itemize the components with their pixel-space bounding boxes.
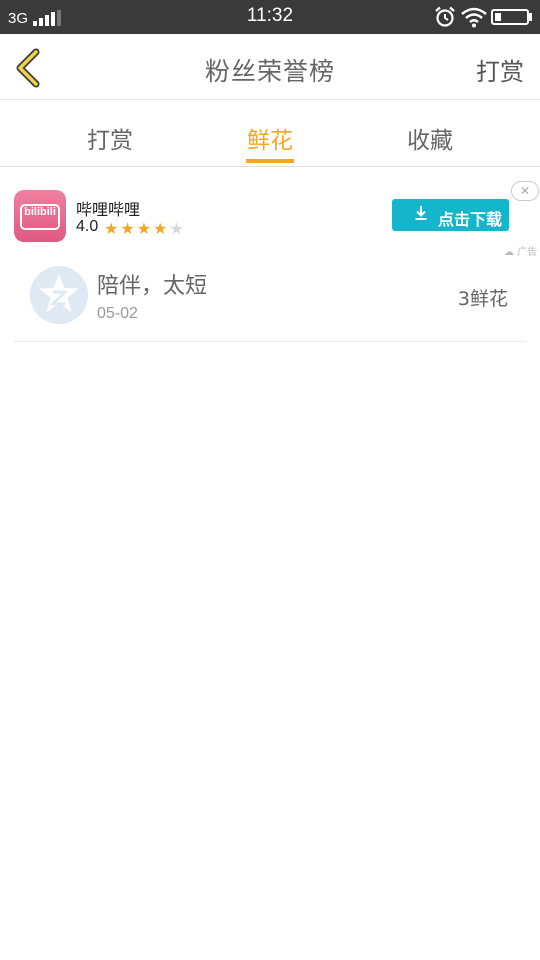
tab-flowers[interactable]: 鲜花: [210, 121, 330, 155]
close-ad-icon[interactable]: ✕: [511, 181, 539, 201]
wifi-icon: [461, 7, 487, 28]
download-icon: [415, 206, 427, 220]
ad-tag-label: 广告: [517, 247, 538, 258]
star-rating-icon: ★★★★★: [104, 219, 186, 238]
flower-count: 3鲜花: [457, 288, 508, 310]
app-logo[interactable]: bilibili: [14, 190, 66, 242]
tab-reward[interactable]: 打赏: [50, 121, 170, 155]
tab-bar: 打赏 鲜花 收藏: [0, 101, 540, 167]
star-filled-icon: ★: [153, 219, 170, 238]
app-logo-text: bilibili: [24, 206, 56, 218]
status-bar: 3G 11:32: [0, 0, 540, 34]
fan-name: 陪伴，太短: [97, 274, 208, 299]
list-item[interactable]: 陪伴，太短 05-02 3鲜花: [14, 260, 526, 342]
alarm-icon: [435, 6, 455, 27]
tab-favorites[interactable]: 收藏: [370, 121, 490, 155]
download-label: 点击下载: [438, 210, 503, 229]
download-button[interactable]: 点击下载: [392, 199, 509, 231]
star-filled-icon: ★: [120, 219, 137, 238]
active-tab-indicator: [246, 159, 294, 163]
ad-rating: 4.0: [76, 218, 99, 235]
gift-date: 05-02: [97, 305, 138, 322]
battery-tip: [529, 13, 532, 21]
battery-icon: [491, 9, 529, 25]
ad-tag: ☁ 广告: [504, 247, 538, 258]
ad-banner[interactable]: bilibili 哔哩哔哩 4.0 ★★★★★ 点击下载 ✕ ☁ 广告: [0, 180, 540, 260]
ad-app-name[interactable]: 哔哩哔哩: [76, 196, 140, 220]
star-empty-icon: ★: [169, 219, 186, 238]
reward-button[interactable]: 打赏: [476, 52, 524, 87]
star-filled-icon: ★: [136, 219, 154, 238]
avatar: [30, 266, 88, 324]
star-filled-icon: ★: [104, 219, 121, 238]
header: 粉丝荣誉榜 打赏: [0, 34, 540, 100]
clock: 11:32: [246, 5, 294, 26]
page-title: 粉丝荣誉榜: [204, 57, 335, 86]
